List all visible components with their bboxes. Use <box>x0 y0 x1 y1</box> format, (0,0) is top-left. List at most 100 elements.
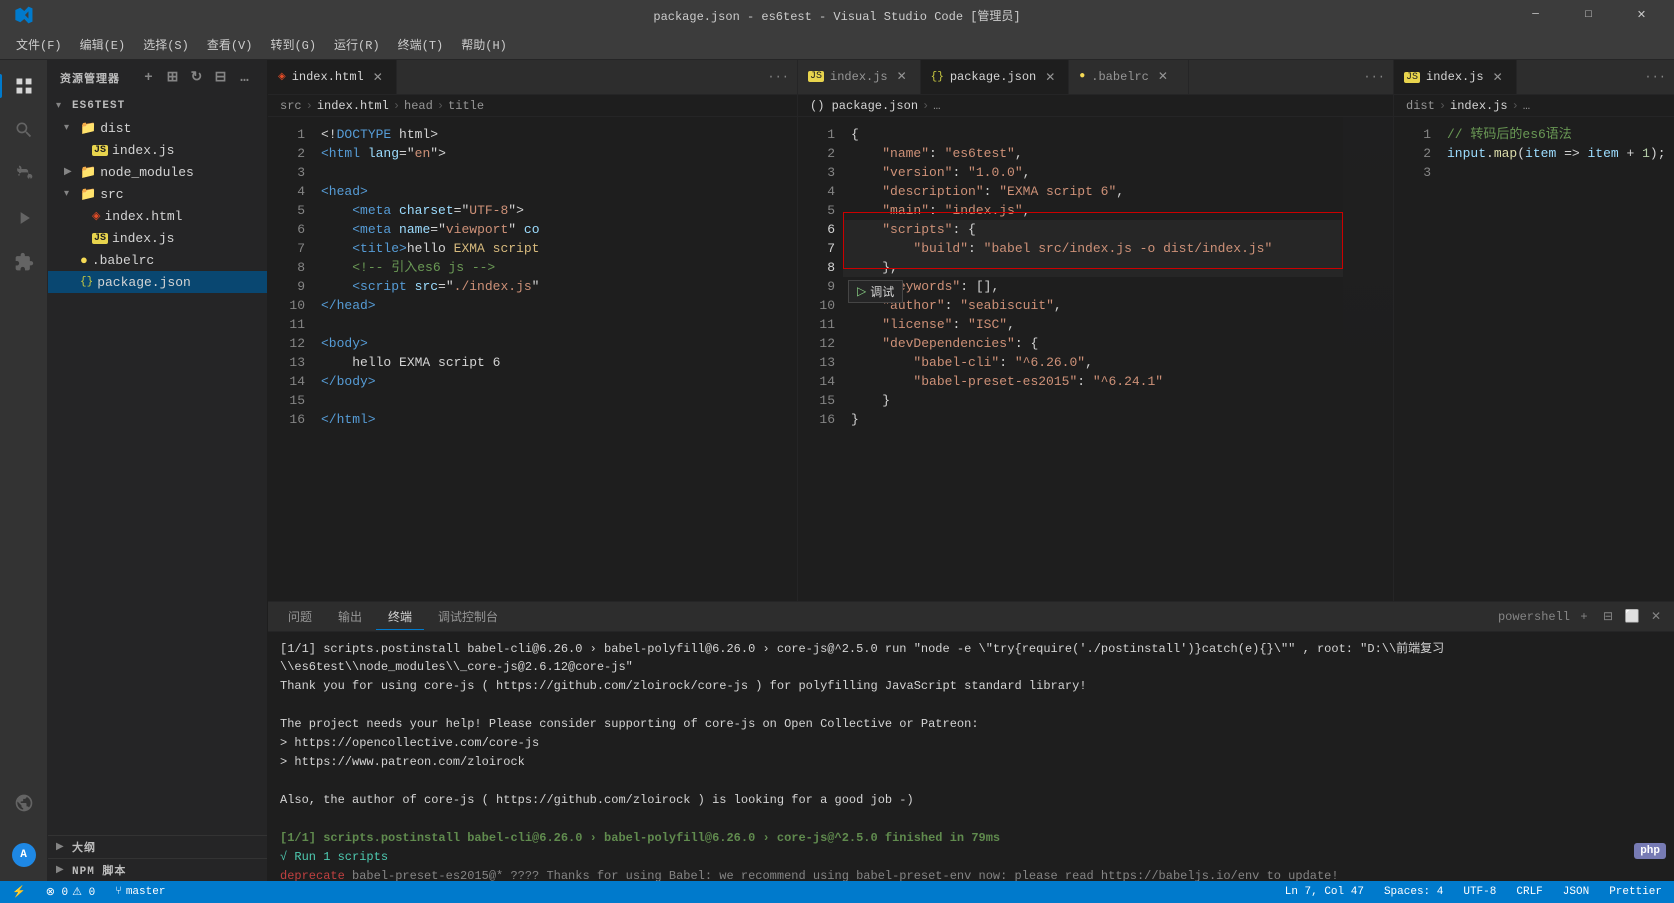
tab-more-middle[interactable]: ··· <box>1359 60 1389 94</box>
folder-icon-src: 📁 <box>80 187 96 202</box>
tab-dist-indexjs[interactable]: JS index.js ✕ <box>1394 60 1517 94</box>
npm-scripts-section: ▶ NPM 脚本 <box>48 858 267 881</box>
language-label: JSON <box>1563 886 1589 898</box>
bottom-controls: powershell + ⊟ ⬜ ✕ <box>1498 607 1666 627</box>
middle-pane-tabs: JS index.js ✕ {} package.json ✕ ● .babel… <box>798 60 1393 95</box>
tab-more-right[interactable]: ··· <box>1640 60 1670 94</box>
terminal-line-2: Thank you for using core-js ( https://gi… <box>280 677 1662 695</box>
sidebar-header-icons: + ⊞ ↻ ⊟ … <box>139 68 255 88</box>
tab-close-babelrc[interactable]: ✕ <box>1155 69 1171 85</box>
menu-file[interactable]: 文件(F) <box>8 32 70 57</box>
menu-goto[interactable]: 转到(G) <box>262 32 324 57</box>
terminal-content[interactable]: [1/1] scripts.postinstall babel-cli@6.26… <box>268 632 1674 881</box>
tree-label-packagejson: package.json <box>97 275 191 290</box>
tab-close-packagejson[interactable]: ✕ <box>1042 69 1058 85</box>
main-layout: A 资源管理器 + ⊞ ↻ ⊟ … ▾ ES6TEST ▾ 📁 <box>0 60 1674 881</box>
outline-toggle[interactable]: ▶ 大纲 <box>48 836 267 858</box>
status-spaces[interactable]: Spaces: 4 <box>1380 881 1447 903</box>
tab-babelrc[interactable]: ● .babelrc ✕ <box>1069 60 1189 94</box>
close-button[interactable]: ✕ <box>1619 0 1664 30</box>
tab-problems[interactable]: 问题 <box>276 604 324 630</box>
terminal-line-5: > https://www.patreon.com/zloirock <box>280 753 1662 771</box>
split-terminal-button[interactable]: ⊟ <box>1598 607 1618 627</box>
babelrc-tab-icon: ● <box>1079 71 1085 82</box>
left-pane-tabs: ◈ index.html ✕ ··· <box>268 60 797 95</box>
new-folder-icon[interactable]: ⊞ <box>163 68 183 88</box>
menu-run[interactable]: 运行(R) <box>326 32 388 57</box>
debug-tooltip[interactable]: ▷ 调试 <box>848 280 903 303</box>
extensions-activity-icon[interactable] <box>6 244 42 280</box>
tree-item-dist-indexjs[interactable]: ▶ JS index.js <box>48 139 267 161</box>
tab-more-left[interactable]: ··· <box>763 60 793 94</box>
menu-edit[interactable]: 编辑(E) <box>72 32 134 57</box>
tab-packagejson[interactable]: {} package.json ✕ <box>921 60 1070 94</box>
maximize-panel-button[interactable]: ⬜ <box>1622 607 1642 627</box>
line-numbers-left: 12345 678910 111213141516 <box>268 117 313 601</box>
json-tab-icon: {} <box>931 71 944 83</box>
status-position[interactable]: Ln 7, Col 47 <box>1281 881 1368 903</box>
tree-root[interactable]: ▾ ES6TEST <box>48 95 267 117</box>
tree-item-dist[interactable]: ▾ 📁 dist <box>48 117 267 139</box>
more-actions-icon[interactable]: … <box>235 68 255 88</box>
tab-label-babelrc: .babelrc <box>1091 70 1149 84</box>
source-control-activity-icon[interactable] <box>6 156 42 192</box>
terminal-line-4: > https://opencollective.com/core-js <box>280 734 1662 752</box>
js-icon-src: JS <box>92 233 108 244</box>
code-middle[interactable]: { "name": "es6test", "version": "1.0.0",… <box>843 117 1343 601</box>
tree-label-src-indexjs: index.js <box>112 231 174 246</box>
menu-terminal[interactable]: 终端(T) <box>390 32 452 57</box>
bottom-panel-tabs: 问题 输出 终端 调试控制台 powershell + ⊟ ⬜ ✕ <box>268 602 1674 632</box>
collapse-icon[interactable]: ⊟ <box>211 68 231 88</box>
code-right[interactable]: // 转码后的es6语法 input.map(item => item + 1)… <box>1439 117 1674 601</box>
tree-arrow-root: ▾ <box>56 100 72 112</box>
tree-item-packagejson[interactable]: ▶ {} package.json <box>48 271 267 293</box>
npm-scripts-toggle[interactable]: ▶ NPM 脚本 <box>48 859 267 881</box>
run-activity-icon[interactable] <box>6 200 42 236</box>
status-eol[interactable]: CRLF <box>1512 881 1546 903</box>
status-encoding[interactable]: UTF-8 <box>1459 881 1500 903</box>
file-tree: ▾ ES6TEST ▾ 📁 dist ▶ JS index.js ▶ 📁 nod… <box>48 95 267 293</box>
search-activity-icon[interactable] <box>6 112 42 148</box>
tab-indexjs-middle[interactable]: JS index.js ✕ <box>798 60 921 94</box>
new-terminal-button[interactable]: + <box>1574 607 1594 627</box>
tab-output[interactable]: 输出 <box>326 604 374 630</box>
status-branch[interactable]: ⑂ master <box>111 881 169 903</box>
git-branch-icon: ⑂ <box>115 886 122 898</box>
account-activity-icon[interactable]: A <box>6 837 42 873</box>
editor-area: ◈ index.html ✕ ··· src › index.html › he… <box>268 60 1674 881</box>
tab-indexhtml[interactable]: ◈ index.html ✕ <box>268 60 397 94</box>
menu-view[interactable]: 查看(V) <box>199 32 261 57</box>
terminal-line-3: The project needs your help! Please cons… <box>280 715 1662 733</box>
menu-select[interactable]: 选择(S) <box>135 32 197 57</box>
editor-pane-right: JS index.js ✕ ··· dist › index.js › … <box>1394 60 1674 601</box>
new-file-icon[interactable]: + <box>139 68 159 88</box>
tree-item-src[interactable]: ▾ 📁 src <box>48 183 267 205</box>
tree-item-babelrc[interactable]: ▶ ● .babelrc <box>48 249 267 271</box>
status-language[interactable]: JSON <box>1559 881 1593 903</box>
tree-item-src-indexhtml[interactable]: ▶ ◈ index.html <box>48 205 267 227</box>
close-panel-button[interactable]: ✕ <box>1646 607 1666 627</box>
window-controls[interactable]: ─ □ ✕ <box>1513 0 1664 30</box>
tab-close-indexjs-mid[interactable]: ✕ <box>894 69 910 85</box>
tab-close-indexhtml[interactable]: ✕ <box>370 69 386 85</box>
tab-close-dist-indexjs[interactable]: ✕ <box>1490 69 1506 85</box>
remote-activity-icon[interactable] <box>6 785 42 821</box>
tab-terminal[interactable]: 终端 <box>376 604 424 630</box>
php-badge: php <box>1634 843 1666 859</box>
right-pane-tabs: JS index.js ✕ ··· <box>1394 60 1674 95</box>
status-formatter[interactable]: Prettier <box>1605 881 1666 903</box>
minimize-button[interactable]: ─ <box>1513 0 1558 30</box>
branch-name: master <box>126 886 166 898</box>
status-errors[interactable]: ⊗ 0 ⚠ 0 <box>42 881 100 903</box>
status-remote[interactable]: ⚡ <box>8 881 30 903</box>
status-bar: ⚡ ⊗ 0 ⚠ 0 ⑂ master Ln 7, Col 47 Spaces: … <box>0 881 1674 903</box>
tree-item-node-modules[interactable]: ▶ 📁 node_modules <box>48 161 267 183</box>
refresh-icon[interactable]: ↻ <box>187 68 207 88</box>
menu-help[interactable]: 帮助(H) <box>453 32 515 57</box>
tab-debug-console[interactable]: 调试控制台 <box>426 604 510 630</box>
maximize-button[interactable]: □ <box>1566 0 1611 30</box>
bc-dist-indexjs: index.js <box>1450 99 1508 113</box>
code-left[interactable]: <!DOCTYPE html> <html lang="en"> <head> … <box>313 117 747 601</box>
explorer-activity-icon[interactable] <box>6 68 42 104</box>
tree-item-src-indexjs[interactable]: ▶ JS index.js <box>48 227 267 249</box>
